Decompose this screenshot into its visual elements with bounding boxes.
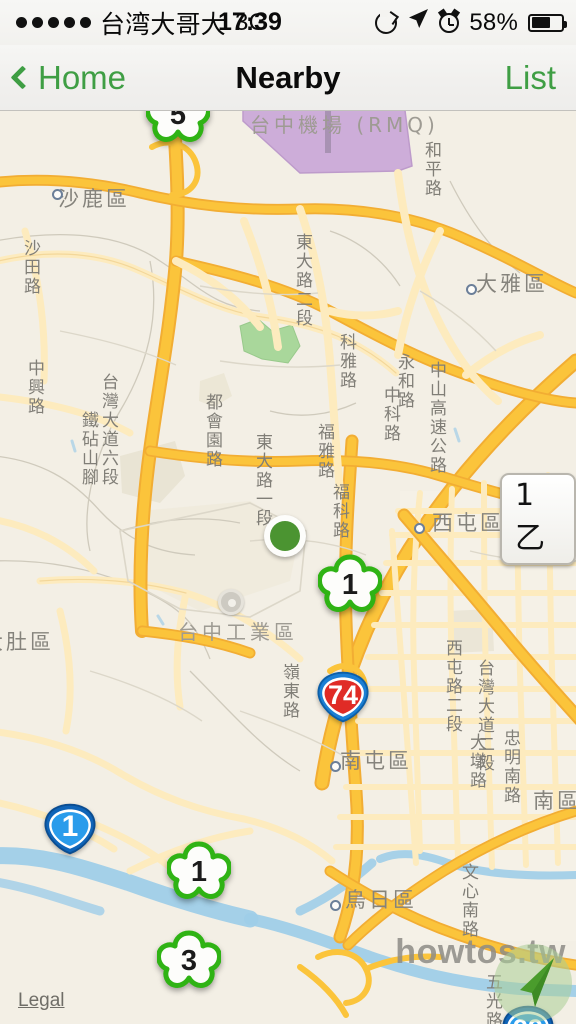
district-dot xyxy=(466,284,477,295)
district-dot xyxy=(330,900,341,911)
poi-marker[interactable] xyxy=(218,589,244,615)
battery-icon xyxy=(528,13,567,32)
district-dot xyxy=(52,189,63,200)
highway-shield[interactable]: 1 xyxy=(38,799,102,859)
page-title: Nearby xyxy=(235,59,341,95)
district-dot xyxy=(414,523,425,534)
road-number-box[interactable]: 1乙 xyxy=(500,473,576,565)
status-bar: 台湾大哥大 3G 17:39 58% xyxy=(0,0,576,45)
legal-link[interactable]: Legal xyxy=(18,990,65,1012)
district-dot xyxy=(330,761,341,772)
cluster-count: 1 xyxy=(190,855,208,888)
location-arrow-icon[interactable] xyxy=(494,944,572,1022)
cluster-count: 5 xyxy=(169,111,187,131)
cluster-marker[interactable]: 5 xyxy=(146,111,210,147)
status-bar-center: 17:39 xyxy=(0,8,576,37)
map-canvas[interactable]: .mj{stroke:#fbc43b;stroke-linecap:round;… xyxy=(0,111,576,1024)
highway-shield[interactable]: 74 xyxy=(311,667,375,727)
alarm-clock-icon xyxy=(438,8,461,33)
list-button[interactable]: List xyxy=(505,59,576,97)
clock-label: 17:39 xyxy=(218,8,282,36)
cluster-marker[interactable]: 1 xyxy=(318,553,382,617)
highway-shield-number: 1 xyxy=(61,810,79,843)
cluster-count: 1 xyxy=(341,568,359,601)
phone-screen: 台湾大哥大 3G 17:39 58% Home Nearby List 沙鹿區 … xyxy=(0,0,576,1024)
highway-shield-number: 74 xyxy=(327,679,359,710)
navigation-bar: Home Nearby List xyxy=(0,45,576,111)
cluster-marker[interactable]: 1 xyxy=(167,840,231,904)
current-location-dot xyxy=(264,515,306,557)
map-vector-layer: .mj{stroke:#fbc43b;stroke-linecap:round;… xyxy=(0,111,576,1024)
cluster-marker[interactable]: 3 xyxy=(157,929,221,993)
rotation-lock-icon xyxy=(375,9,398,34)
cluster-count: 3 xyxy=(180,944,198,977)
